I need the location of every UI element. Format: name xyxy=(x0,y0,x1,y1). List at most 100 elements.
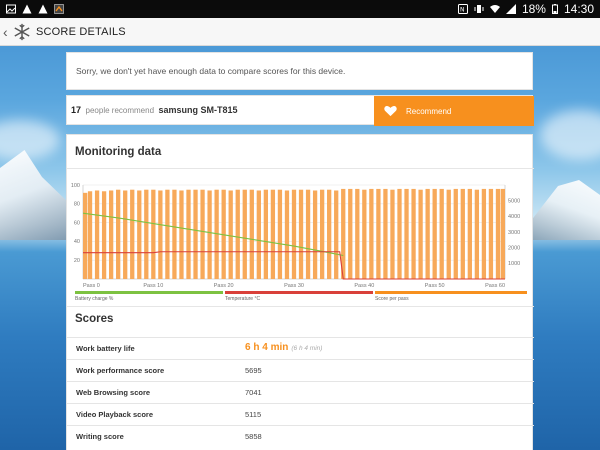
score-label: Work performance score xyxy=(76,366,165,375)
score-label: Web Browsing score xyxy=(76,388,151,397)
y-left-tick-label: 80 xyxy=(74,202,80,208)
chart-bar xyxy=(362,189,367,279)
chart-bar xyxy=(151,189,156,279)
chart-bar xyxy=(481,188,487,279)
y-left-tick-label: 60 xyxy=(74,220,80,226)
chart-bar xyxy=(270,189,276,279)
score-row: Work performance score 5695 xyxy=(67,359,534,380)
image-icon xyxy=(6,4,16,14)
battery-percent: 18% xyxy=(521,2,546,16)
x-tick-label: Pass 60 xyxy=(485,283,505,289)
warning-icon xyxy=(22,4,32,14)
chart-bar xyxy=(83,192,88,279)
chart-bar xyxy=(256,190,261,279)
chart-bar xyxy=(249,189,254,279)
x-tick-label: Pass 20 xyxy=(214,283,234,289)
device-name: samsung SM-T815 xyxy=(158,105,238,115)
chart-bar xyxy=(263,189,269,279)
chart-bar xyxy=(460,188,465,279)
score-row: Writing score 5858 xyxy=(67,425,534,446)
status-bar: N 18% 14:30 xyxy=(0,0,600,18)
app-notification-icon xyxy=(54,4,64,14)
monitoring-chart: 20 40 60 80 100 1000 2000 3000 4000 5000 Pass 0 Pas… xyxy=(71,183,520,289)
legend-score-bar xyxy=(375,291,527,294)
chart-bar xyxy=(390,189,395,279)
monitoring-title: Monitoring data xyxy=(75,146,162,158)
chart-bar xyxy=(179,190,184,279)
x-tick-label: Pass 30 xyxy=(284,283,304,289)
y-left-tick-label: 20 xyxy=(74,258,80,264)
y-right-tick-label: 2000 xyxy=(508,245,520,251)
score-value: 5695 xyxy=(245,366,262,375)
score-value: 7041 xyxy=(245,388,262,397)
x-tick-label: Pass 10 xyxy=(143,283,163,289)
score-label: Video Playback score xyxy=(76,410,153,419)
chart-bar xyxy=(123,190,128,279)
legend-temperature-label: Temperature °C xyxy=(225,296,261,302)
legend-temperature-bar xyxy=(225,291,373,294)
chart-bar xyxy=(277,189,283,279)
background-cloud xyxy=(0,120,60,160)
recommend-count: 17 xyxy=(71,105,82,115)
chart-bar xyxy=(474,189,480,279)
clock: 14:30 xyxy=(563,2,594,16)
heart-icon xyxy=(384,106,397,117)
chart-bar xyxy=(488,188,494,279)
chart-bar xyxy=(404,188,409,279)
chart-bar xyxy=(312,190,318,279)
chart-bar xyxy=(376,188,381,279)
chart-bar xyxy=(116,189,121,279)
nfc-icon: N xyxy=(457,4,468,14)
section-divider xyxy=(67,168,534,169)
chart-bar xyxy=(130,189,135,279)
chart-bar xyxy=(200,189,205,279)
y-left-tick-label: 40 xyxy=(74,239,80,245)
recommend-panel: 17 people recommend samsung SM-T815 Reco… xyxy=(66,95,534,126)
chart-bar xyxy=(383,188,388,279)
chart-bar xyxy=(165,189,170,279)
score-value: 5115 xyxy=(245,410,262,419)
scores-title: Scores xyxy=(75,313,114,325)
signal-icon xyxy=(505,4,516,14)
recommend-button[interactable]: Recommend xyxy=(374,96,534,126)
y-right-tick-label: 3000 xyxy=(508,230,520,236)
chart-bar xyxy=(334,190,339,279)
score-sub-value: (6 h 4 min) xyxy=(291,345,323,352)
svg-text:N: N xyxy=(460,7,465,14)
legend-battery-bar xyxy=(75,291,223,294)
legend-battery-label: Battery charge % xyxy=(75,296,114,302)
chart-bar xyxy=(453,188,458,279)
x-tick-label: Pass 50 xyxy=(425,283,445,289)
page-title: SCORE DETAILS xyxy=(36,25,126,38)
chart-bar xyxy=(418,189,423,279)
chart-bar xyxy=(94,190,100,279)
back-chevron-icon[interactable]: ‹ xyxy=(3,24,13,40)
no-data-notice: Sorry, we don't yet have enough data to … xyxy=(66,52,533,90)
app-bar: ‹ SCORE DETAILS xyxy=(0,18,600,46)
y-left-tick-label: 100 xyxy=(71,183,80,189)
chart-bar xyxy=(158,190,163,279)
chart-bar xyxy=(186,189,191,279)
chart-bar xyxy=(397,188,402,279)
chart-bar xyxy=(411,188,416,279)
chart-bar xyxy=(228,190,233,279)
battery-icon xyxy=(551,4,558,14)
warning-icon xyxy=(38,4,48,14)
chart-bar xyxy=(235,189,240,279)
recommend-info: 17 people recommend samsung SM-T815 xyxy=(71,105,238,115)
y-right-tick-label: 5000 xyxy=(508,198,520,204)
recommend-label: people recommend xyxy=(85,106,155,115)
chart-bar xyxy=(495,188,501,279)
monitoring-panel: Monitoring data 20 40 60 80 100 1000 2000 3000 4… xyxy=(66,134,534,450)
snowflake-icon[interactable] xyxy=(13,23,31,41)
chart-bar xyxy=(467,188,472,279)
notice-text: Sorry, we don't yet have enough data to … xyxy=(76,66,346,76)
chart-bar xyxy=(207,190,212,279)
chart-bar xyxy=(432,188,437,279)
chart-bar xyxy=(439,188,444,279)
x-tick-label: Pass 40 xyxy=(354,283,374,289)
chart-bar xyxy=(446,189,451,279)
vibrate-icon xyxy=(474,5,484,13)
chart-bar xyxy=(500,188,505,279)
background-iceberg xyxy=(530,180,600,240)
